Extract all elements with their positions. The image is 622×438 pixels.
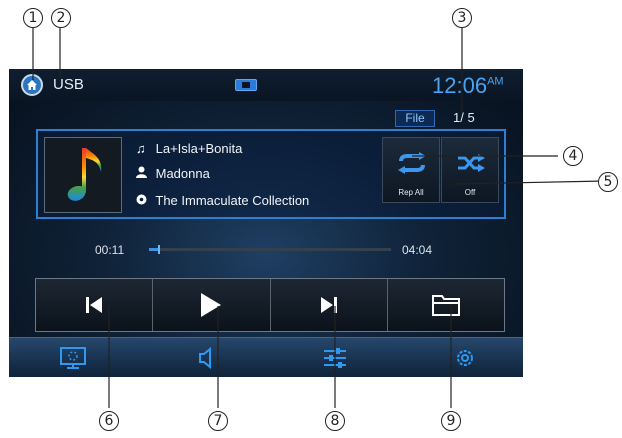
previous-button[interactable] bbox=[36, 279, 154, 331]
artist-row: Madonna bbox=[136, 166, 210, 186]
callout-8: 8 bbox=[325, 411, 345, 431]
album-art-music-note-icon bbox=[67, 148, 102, 201]
repeat-icon bbox=[398, 152, 426, 174]
folder-icon bbox=[431, 295, 460, 316]
music-note-icon: ♫ bbox=[136, 141, 146, 156]
play-button[interactable] bbox=[153, 279, 271, 331]
equalizer-icon bbox=[324, 348, 346, 368]
callout-7: 7 bbox=[208, 411, 228, 431]
home-icon bbox=[27, 80, 37, 90]
progress-handle[interactable] bbox=[158, 245, 160, 254]
settings-button[interactable] bbox=[451, 346, 479, 370]
callout-3: 3 bbox=[452, 8, 472, 28]
status-bar: USB 12:06AM bbox=[9, 69, 523, 101]
person-icon bbox=[136, 166, 152, 181]
clock-time: 12:06 bbox=[432, 73, 488, 98]
callout-1: 1 bbox=[23, 8, 43, 28]
volume-button[interactable] bbox=[192, 346, 220, 370]
progress-bar[interactable] bbox=[149, 248, 391, 251]
song-title: La+Isla+Bonita bbox=[155, 141, 243, 156]
shuffle-button[interactable]: Off bbox=[441, 137, 499, 203]
total-time: 04:04 bbox=[402, 243, 433, 257]
bottom-nav bbox=[9, 337, 523, 377]
equalizer-button[interactable] bbox=[321, 346, 349, 370]
repeat-label: Rep All bbox=[398, 188, 424, 197]
artist-name: Madonna bbox=[155, 166, 210, 181]
battery-icon bbox=[235, 79, 257, 91]
clock: 12:06AM bbox=[432, 73, 504, 99]
clock-ampm: AM bbox=[487, 75, 504, 88]
callout-9: 9 bbox=[441, 411, 461, 431]
callout-4: 4 bbox=[563, 146, 583, 166]
source-label: USB bbox=[53, 76, 84, 93]
callout-5: 5 bbox=[598, 172, 618, 192]
volume-icon bbox=[199, 346, 211, 370]
display-button[interactable] bbox=[59, 346, 87, 370]
song-title-row: ♫ La+Isla+Bonita bbox=[136, 141, 242, 161]
callout-2: 2 bbox=[51, 8, 71, 28]
play-icon bbox=[201, 293, 222, 317]
album-row: The Immaculate Collection bbox=[136, 193, 309, 213]
now-playing-panel: ♫ La+Isla+Bonita Madonna The Immaculate … bbox=[36, 129, 506, 219]
transport-controls bbox=[35, 278, 505, 332]
track-count: 1/ 5 bbox=[453, 110, 475, 125]
next-button[interactable] bbox=[271, 279, 388, 331]
elapsed-time: 00:11 bbox=[95, 243, 125, 257]
file-browse-button[interactable]: File bbox=[395, 110, 435, 127]
shuffle-label: Off bbox=[464, 188, 476, 197]
album-art bbox=[44, 137, 122, 213]
next-icon bbox=[320, 297, 337, 313]
folder-button[interactable] bbox=[388, 279, 504, 331]
album-name: The Immaculate Collection bbox=[155, 193, 310, 208]
home-button[interactable] bbox=[21, 74, 43, 96]
settings-icon bbox=[457, 350, 473, 366]
callout-6: 6 bbox=[99, 411, 119, 431]
media-player-screen: USB 12:06AM File 1/ 5 ♫ La+Isla+Bonita M… bbox=[9, 69, 523, 377]
repeat-button[interactable]: Rep All bbox=[382, 137, 440, 203]
display-icon bbox=[60, 347, 86, 369]
previous-icon bbox=[86, 297, 103, 313]
shuffle-icon bbox=[458, 154, 485, 172]
disc-icon bbox=[136, 193, 152, 208]
